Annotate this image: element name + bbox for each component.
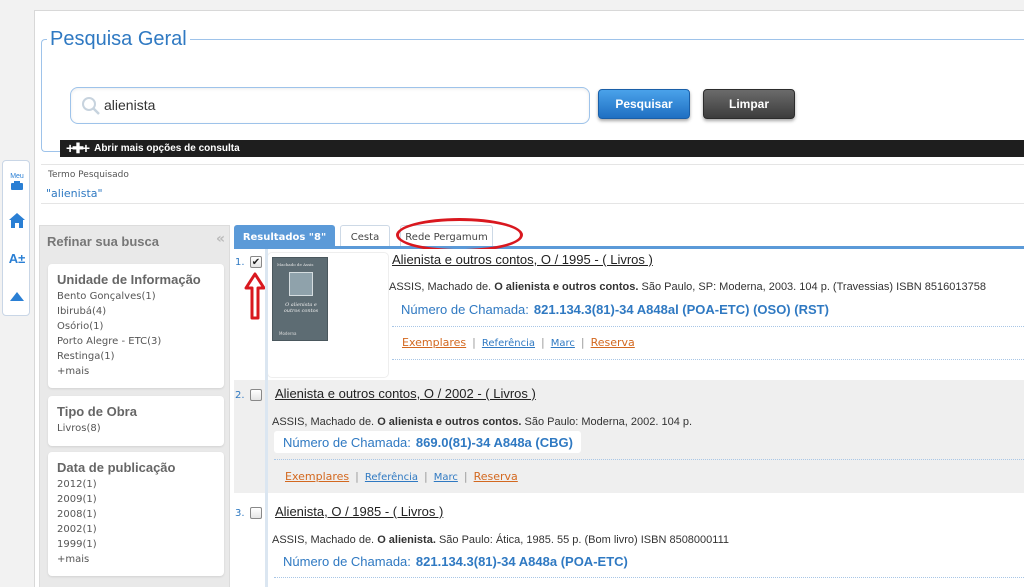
dotted-divider [392, 326, 1024, 327]
result-number: 3. [235, 508, 245, 519]
side-toolbar: Meu A± [2, 160, 30, 316]
filter-item[interactable]: 2009(1) [57, 492, 216, 507]
result-number: 1. [235, 257, 245, 268]
more-options-bar[interactable]: +✚+ Abrir mais opções de consulta [60, 140, 1024, 157]
call-number-label: Número de Chamada: [283, 553, 411, 569]
result-checkbox[interactable] [250, 507, 262, 519]
filter-item[interactable]: Ibirubá(4) [57, 304, 216, 319]
filter-item[interactable]: 2002(1) [57, 522, 216, 537]
result-title-link[interactable]: Alienista e outros contos, O / 2002 - ( … [275, 386, 536, 401]
home-button[interactable] [3, 209, 31, 231]
filter-item[interactable]: Osório(1) [57, 319, 216, 334]
results-rail [265, 249, 268, 587]
result-title-link[interactable]: Alienista e outros contos, O / 1995 - ( … [392, 252, 653, 267]
dotted-divider [274, 459, 1024, 460]
dotted-divider [274, 577, 1024, 578]
result-title-link[interactable]: Alienista, O / 1985 - ( Livros ) [275, 504, 443, 519]
referencia-link[interactable]: Referência [365, 472, 418, 483]
result-description: ASSIS, Machado de. O alienista e outros … [272, 416, 693, 428]
marc-link[interactable]: Marc [434, 472, 458, 483]
book-cover[interactable]: Machado de Assis O alienista e outros co… [268, 253, 388, 377]
filter-more[interactable]: +mais [57, 552, 216, 567]
call-number-label: Número de Chamada: [401, 301, 529, 317]
filter-item[interactable]: Restinga(1) [57, 349, 216, 364]
result-checkbox[interactable] [250, 389, 262, 401]
filter-item[interactable]: 2012(1) [57, 477, 216, 492]
cover-picture [289, 272, 313, 296]
search-input[interactable]: alienista [70, 87, 590, 124]
filter-item[interactable]: 1999(1) [57, 537, 216, 552]
search-panel: Pesquisa Geral alienista Pesquisar Limpa… [41, 28, 1024, 157]
scroll-top-button[interactable] [3, 285, 31, 307]
reserva-link[interactable]: Reserva [591, 336, 635, 349]
result-links: Exemplares | Referência | Marc | Reserva [285, 470, 518, 483]
filter-item[interactable]: Porto Alegre - ETC(3) [57, 334, 216, 349]
refine-title: Refinar sua busca [47, 234, 159, 249]
book-cover-image: Machado de Assis O alienista e outros co… [272, 257, 328, 341]
search-icon [82, 97, 100, 115]
arrow-up-icon [10, 291, 24, 301]
filter-unidade: Unidade de Informação Bento Gonçalves(1)… [48, 264, 224, 388]
call-number-value: 821.134.3(81)-34 A848a (POA-ETC) [415, 553, 628, 569]
cover-author: Machado de Assis [277, 262, 314, 267]
call-number-value: 821.134.3(81)-34 A848al (POA-ETC) (OSO) … [533, 301, 829, 317]
call-number-value: 869.0(81)-34 A848a (CBG) [415, 434, 573, 450]
refine-panel: Refinar sua busca « Unidade de Informaçã… [39, 225, 230, 587]
cover-title: O alienista e outros contos [283, 302, 319, 314]
cover-publisher: Moderna [279, 331, 297, 336]
filter-tipo-obra: Tipo de Obra Livros(8) [48, 396, 224, 446]
font-size-icon: A± [8, 250, 26, 266]
font-size-button[interactable]: A± [3, 247, 31, 269]
call-number: Número de Chamada: 869.0(81)-34 A848a (C… [274, 431, 581, 453]
results-tabs: Resultados "8" Cesta Rede Pergamum [234, 225, 1024, 248]
exemplares-link[interactable]: Exemplares [285, 470, 349, 483]
tab-rede-pergamum[interactable]: Rede Pergamum [400, 225, 493, 248]
filter-item[interactable]: 2008(1) [57, 507, 216, 522]
filter-more[interactable]: +mais [57, 364, 216, 379]
meu-icon [11, 181, 23, 190]
referencia-link[interactable]: Referência [482, 338, 535, 349]
search-title: Pesquisa Geral [50, 28, 187, 50]
filter-title: Unidade de Informação [57, 272, 201, 287]
filter-title: Tipo de Obra [57, 404, 137, 419]
result-item: 2. Alienista e outros contos, O / 2002 -… [234, 380, 1024, 493]
result-number: 2. [235, 390, 245, 401]
more-options-label: Abrir mais opções de consulta [94, 143, 240, 154]
searched-term: Termo Pesquisado "alienista" [41, 164, 1024, 204]
call-number: Número de Chamada: 821.134.3(81)-34 A848… [274, 550, 636, 572]
result-description: ASSIS, Machado de. O alienista. São Paul… [272, 534, 729, 546]
result-description: ASSIS, Machado de. O alienista e outros … [389, 281, 986, 293]
searched-term-value: "alienista" [46, 187, 103, 200]
exemplares-link[interactable]: Exemplares [402, 336, 466, 349]
plus-icon: +✚+ [66, 140, 90, 156]
annotation-arrow-icon [244, 272, 266, 320]
call-number-label: Número de Chamada: [283, 434, 411, 450]
marc-link[interactable]: Marc [551, 338, 575, 349]
search-query: alienista [104, 97, 156, 113]
tab-results[interactable]: Resultados "8" [234, 225, 335, 248]
call-number: Número de Chamada: 821.134.3(81)-34 A848… [392, 298, 837, 320]
result-checkbox[interactable]: ✔ [250, 256, 262, 268]
collapse-icon[interactable]: « [216, 231, 225, 247]
meu-pergamum-button[interactable]: Meu [3, 169, 31, 195]
meu-label: Meu [10, 173, 24, 180]
result-item: 1. ✔ Machado de Assis O alienista e outr… [234, 249, 1024, 377]
reserva-link[interactable]: Reserva [474, 470, 518, 483]
filter-data-publicacao: Data de publicação 2012(1) 2009(1) 2008(… [48, 452, 224, 576]
searched-term-label: Termo Pesquisado [48, 170, 129, 180]
clear-button[interactable]: Limpar [703, 89, 795, 119]
result-item: 3. Alienista, O / 1985 - ( Livros ) ASSI… [234, 497, 1024, 587]
filter-item[interactable]: Livros(8) [57, 421, 216, 436]
home-icon [9, 212, 25, 228]
filter-title: Data de publicação [57, 460, 176, 475]
check-icon: ✔ [251, 256, 261, 268]
dotted-divider [392, 359, 1024, 360]
result-links: Exemplares | Referência | Marc | Reserva [402, 336, 635, 349]
filter-item[interactable]: Bento Gonçalves(1) [57, 289, 216, 304]
tab-cesta[interactable]: Cesta [340, 225, 390, 248]
search-button[interactable]: Pesquisar [598, 89, 690, 119]
